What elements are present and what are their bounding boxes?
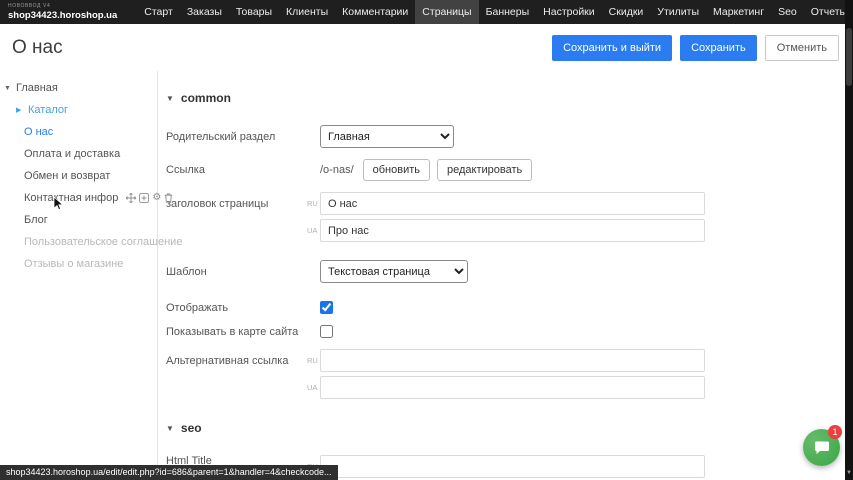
- save-button[interactable]: Сохранить: [680, 35, 757, 61]
- topbar: НОВОВВОД V4 shop34423.horoshop.ua Старт …: [0, 0, 853, 24]
- main-menu: Старт Заказы Товары Клиенты Комментарии …: [137, 0, 853, 24]
- sidebar-item-user-agreement[interactable]: Пользовательское соглашение: [0, 231, 157, 253]
- delete-icon[interactable]: [164, 193, 173, 203]
- cancel-button[interactable]: Отменить: [765, 35, 839, 61]
- menu-item-banners[interactable]: Баннеры: [479, 0, 537, 24]
- section-common[interactable]: ▼ common: [166, 91, 853, 105]
- page-title: О нас: [12, 37, 63, 59]
- scroll-down-icon[interactable]: ▼: [845, 470, 853, 476]
- link-edit-button[interactable]: редактировать: [437, 159, 532, 181]
- save-and-exit-button[interactable]: Сохранить и выйти: [552, 35, 672, 61]
- sidebar-item-blog[interactable]: Блог: [0, 209, 157, 231]
- alt-link-ua-input[interactable]: [320, 376, 705, 399]
- page-header: О нас Сохранить и выйти Сохранить Отмени…: [0, 24, 853, 71]
- add-page-icon[interactable]: [139, 193, 149, 203]
- menu-item-seo[interactable]: Seo: [771, 0, 804, 24]
- display-checkbox[interactable]: [320, 301, 333, 314]
- menu-item-clients[interactable]: Клиенты: [279, 0, 335, 24]
- html-title-ru-input[interactable]: [320, 455, 705, 478]
- page-title-label: заголовок страницы: [166, 198, 307, 210]
- chat-badge: 1: [828, 425, 842, 439]
- menu-item-discounts[interactable]: Скидки: [602, 0, 651, 24]
- sidebar-item-home[interactable]: ▼ Главная: [0, 77, 157, 99]
- sidebar-item-store-reviews[interactable]: Отзывы о магазине: [0, 253, 157, 275]
- alt-link-ru-input[interactable]: [320, 349, 705, 372]
- menu-item-pages[interactable]: Страницы: [415, 0, 478, 24]
- logo-subtitle: НОВОВВОД V4: [8, 4, 117, 9]
- sidebar-item-catalog[interactable]: ▶ Каталог: [0, 99, 157, 121]
- lang-ua-label: UA: [307, 383, 320, 392]
- menu-item-start[interactable]: Старт: [137, 0, 180, 24]
- menu-item-utilities[interactable]: Утилиты: [650, 0, 706, 24]
- menu-item-marketing[interactable]: Маркетинг: [706, 0, 771, 24]
- sidebar-item-contact-info[interactable]: Контактная инфор ⚙: [0, 187, 157, 209]
- chat-bubble-icon: [813, 439, 831, 457]
- lang-ua-label: UA: [307, 226, 320, 235]
- link-path: /o-nas/: [320, 164, 354, 176]
- chevron-down-icon: ▼: [166, 424, 174, 433]
- scrollbar-thumb[interactable]: [846, 28, 852, 86]
- pages-tree: ▼ Главная ▶ Каталог О нас Оплата и доста…: [0, 71, 157, 480]
- page-title-ua-input[interactable]: [320, 219, 705, 242]
- edit-form: ▼ common Родительский раздел Главная Ссы…: [157, 71, 853, 480]
- alt-link-label: Альтернативная ссылка: [166, 355, 307, 367]
- chevron-down-icon: ▼: [166, 94, 174, 103]
- menu-item-settings[interactable]: Настройки: [536, 0, 602, 24]
- link-refresh-button[interactable]: обновить: [363, 159, 430, 181]
- menu-item-orders[interactable]: Заказы: [180, 0, 229, 24]
- sitemap-checkbox[interactable]: [320, 325, 333, 338]
- parent-section-select[interactable]: Главная: [320, 125, 454, 148]
- sitemap-label: Показывать в карте сайта: [166, 326, 307, 338]
- status-url: shop34423.horoshop.ua/edit/edit.php?id=6…: [0, 465, 338, 480]
- settings-icon[interactable]: ⚙: [152, 193, 161, 203]
- scrollbar-track[interactable]: ▼: [845, 0, 853, 480]
- sidebar-item-about[interactable]: О нас: [0, 121, 157, 143]
- display-label: Отображать: [166, 302, 307, 314]
- chevron-down-icon: ▼: [4, 85, 12, 92]
- template-label: Шаблон: [166, 266, 307, 278]
- lang-ru-label: RU: [307, 356, 320, 365]
- sidebar-item-payment-delivery[interactable]: Оплата и доставка: [0, 143, 157, 165]
- menu-item-comments[interactable]: Комментарии: [335, 0, 415, 24]
- template-select[interactable]: Текстовая страница: [320, 260, 468, 283]
- menu-item-products[interactable]: Товары: [229, 0, 279, 24]
- chat-widget-button[interactable]: 1: [803, 429, 840, 466]
- mouse-cursor: [53, 196, 64, 214]
- chevron-right-icon: ▶: [16, 106, 24, 114]
- link-label: Ссылка: [166, 164, 307, 176]
- lang-ru-label: RU: [307, 199, 320, 208]
- logo-domain: shop34423.horoshop.ua: [8, 11, 117, 21]
- logo[interactable]: НОВОВВОД V4 shop34423.horoshop.ua: [0, 3, 127, 22]
- sidebar-item-exchange-return[interactable]: Обмен и возврат: [0, 165, 157, 187]
- parent-section-label: Родительский раздел: [166, 131, 307, 143]
- section-seo[interactable]: ▼ seo: [166, 421, 853, 435]
- move-icon[interactable]: [126, 193, 136, 203]
- page-title-ru-input[interactable]: [320, 192, 705, 215]
